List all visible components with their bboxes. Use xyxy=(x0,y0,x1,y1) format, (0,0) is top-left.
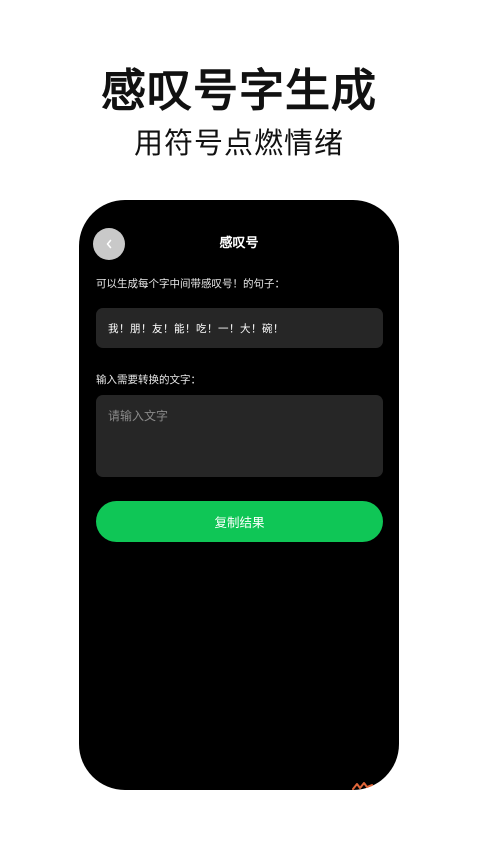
input-label: 输入需要转换的文字： xyxy=(96,374,201,386)
text-input[interactable] xyxy=(96,395,383,477)
phone-screen: 感叹号 可以生成每个字中间带感叹号！的句子： 我！朋！友！能！吃！一！大！碗！ … xyxy=(79,200,399,790)
promo-subtitle: 用符号点燃情绪 xyxy=(133,126,344,160)
nav-title: 感叹号 xyxy=(219,236,259,251)
decorative-mark-icon xyxy=(352,782,373,790)
promo-title: 感叹号字生成 xyxy=(100,64,377,117)
example-label: 可以生成每个字中间带感叹号！的句子： xyxy=(96,278,285,290)
example-text: 我！朋！友！能！吃！一！大！碗！ xyxy=(108,322,284,335)
copy-result-button[interactable]: 复制结果 xyxy=(96,501,383,542)
example-box: 我！朋！友！能！吃！一！大！碗！ xyxy=(96,308,383,348)
promo-page: 感叹号字生成 用符号点燃情绪 感叹号 可以生成每个字中间带感叹号！的句子： 我！… xyxy=(0,0,478,850)
